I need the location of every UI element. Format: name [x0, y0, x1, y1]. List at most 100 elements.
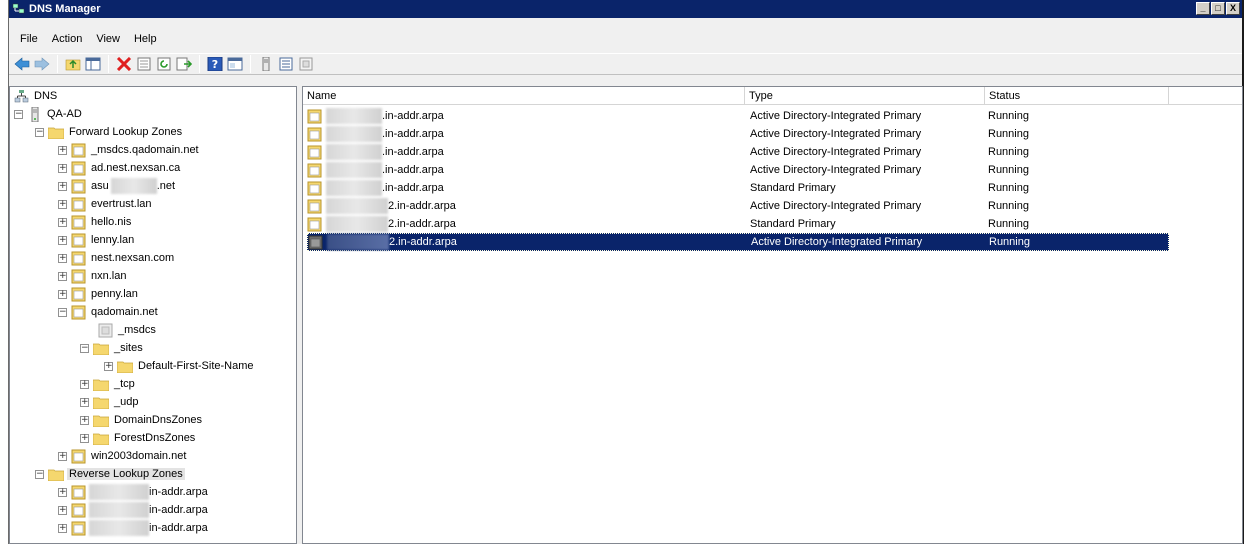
tree-item-domaindnszones[interactable]: + DomainDnsZones	[80, 411, 204, 429]
menu-view[interactable]: View	[89, 31, 127, 47]
title-bar[interactable]: DNS Manager _ □ X	[9, 0, 1242, 18]
tree-item-reverse-zone[interactable]: + in-addr.arpa	[58, 501, 208, 519]
console-tree[interactable]: DNS − QA-AD − Forward Lookup Zones + _msd…	[9, 86, 297, 544]
name-cell: .in-addr.arpa	[307, 126, 747, 142]
zone-name: .in-addr.arpa	[382, 164, 444, 176]
expand-icon[interactable]: +	[80, 415, 89, 425]
show-hide-tree-icon[interactable]	[84, 55, 102, 73]
tree-item-forestdnszones[interactable]: + ForestDnsZones	[80, 429, 197, 447]
zone-icon	[71, 269, 86, 283]
tree-item-reverse-lookup-zones[interactable]: − Reverse Lookup Zones	[35, 465, 185, 483]
up-folder-icon[interactable]	[64, 55, 82, 73]
tree-label: _msdcs.qadomain.net	[91, 144, 199, 156]
zone-list-row[interactable]: .in-addr.arpa Active Directory-Integrated…	[307, 125, 1169, 143]
delegated-zone-icon	[98, 323, 113, 337]
tree-item-win2003domain[interactable]: + win2003domain.net	[58, 447, 188, 465]
zone-list-row[interactable]: 2.in-addr.arpa Active Directory-Integrate…	[307, 197, 1169, 215]
tree-item-zone[interactable]: + ad.nest.nexsan.ca	[58, 159, 182, 177]
menu-file[interactable]: File	[13, 31, 45, 47]
tree-item-sites[interactable]: − _sites	[80, 339, 145, 357]
tree-label: QA-AD	[47, 108, 82, 120]
collapse-icon[interactable]: −	[14, 109, 23, 119]
folder-icon	[48, 127, 64, 139]
server-icon[interactable]	[257, 55, 275, 73]
expand-icon[interactable]: +	[58, 487, 67, 497]
tree-item-msdcs[interactable]: _msdcs	[98, 321, 158, 339]
list-icon[interactable]	[277, 55, 295, 73]
tree-item-default-first-site[interactable]: + Default-First-Site-Name	[104, 357, 256, 375]
folder-icon	[48, 469, 64, 481]
zone-list-row[interactable]: 2.in-addr.arpa Standard Primary Running	[307, 215, 1169, 233]
column-header-name[interactable]: Name	[303, 87, 745, 105]
zone-list-row[interactable]: .in-addr.arpa Active Directory-Integrated…	[307, 143, 1169, 161]
expand-icon[interactable]: +	[58, 505, 67, 515]
expand-icon[interactable]: +	[58, 217, 67, 227]
expand-icon[interactable]: +	[58, 181, 67, 191]
name-cell: .in-addr.arpa	[307, 108, 747, 124]
tree-item-zone[interactable]: + lenny.lan	[58, 231, 136, 249]
expand-icon[interactable]: +	[58, 163, 67, 173]
zone-list-row[interactable]: 2.in-addr.arpa Active Directory-Integrate…	[307, 233, 1169, 251]
collapse-icon[interactable]: −	[35, 127, 44, 137]
expand-icon[interactable]: +	[58, 289, 67, 299]
refresh-icon[interactable]	[155, 55, 173, 73]
expand-icon[interactable]: +	[58, 523, 67, 533]
expand-icon[interactable]: +	[58, 199, 67, 209]
tree-item-dns[interactable]: DNS	[14, 87, 59, 105]
tree-item-zone[interactable]: + _msdcs.qadomain.net	[58, 141, 201, 159]
results-list[interactable]: Name Type Status .in-addr.arpa Active Dir…	[302, 86, 1243, 544]
close-button[interactable]: X	[1226, 2, 1240, 15]
tree-item-tcp[interactable]: + _tcp	[80, 375, 137, 393]
tree-item-server[interactable]: − QA-AD	[14, 105, 84, 123]
expand-icon[interactable]: +	[80, 379, 89, 389]
tree-item-zone[interactable]: + penny.lan	[58, 285, 140, 303]
tree-item-zone[interactable]: + nxn.lan	[58, 267, 128, 285]
expand-icon[interactable]: +	[104, 361, 113, 371]
tree-label: DomainDnsZones	[114, 414, 203, 426]
expand-icon[interactable]: +	[58, 235, 67, 245]
column-header-type[interactable]: Type	[745, 87, 985, 105]
tree-item-zone[interactable]: + evertrust.lan	[58, 195, 154, 213]
collapse-icon[interactable]: −	[58, 307, 67, 317]
zone-icon	[71, 287, 86, 301]
zone-icon[interactable]	[297, 55, 315, 73]
minimize-button[interactable]: _	[1196, 2, 1210, 15]
forward-icon[interactable]	[33, 55, 51, 73]
collapse-icon[interactable]: −	[35, 469, 44, 479]
column-header-status[interactable]: Status	[985, 87, 1169, 105]
redacted-text	[326, 216, 388, 232]
properties-icon[interactable]	[135, 55, 153, 73]
folder-icon	[93, 433, 109, 445]
zone-list-row[interactable]: .in-addr.arpa Active Directory-Integrated…	[307, 107, 1169, 125]
type-cell: Active Directory-Integrated Primary	[750, 200, 922, 212]
tree-item-reverse-zone[interactable]: + in-addr.arpa	[58, 519, 208, 537]
tree-item-zone[interactable]: + nest.nexsan.com	[58, 249, 176, 267]
menu-help[interactable]: Help	[127, 31, 164, 47]
tree-item-reverse-zone[interactable]: + in-addr.arpa	[58, 483, 208, 501]
zone-list-row[interactable]: .in-addr.arpa Active Directory-Integrated…	[307, 161, 1169, 179]
tree-item-zone[interactable]: + hello.nis	[58, 213, 133, 231]
expand-icon[interactable]: +	[58, 271, 67, 281]
delete-icon[interactable]	[115, 55, 133, 73]
zone-icon	[71, 161, 86, 175]
expand-icon[interactable]: +	[58, 451, 67, 461]
expand-icon[interactable]: +	[58, 145, 67, 155]
expand-icon[interactable]: +	[80, 433, 89, 443]
tree-item-zone[interactable]: − qadomain.net	[58, 303, 160, 321]
export-list-icon[interactable]	[175, 55, 193, 73]
collapse-icon[interactable]: −	[80, 343, 89, 353]
tree-item-udp[interactable]: + _udp	[80, 393, 140, 411]
expand-icon[interactable]: +	[58, 253, 67, 263]
type-cell: Active Directory-Integrated Primary	[750, 146, 922, 158]
tree-item-zone[interactable]: + asu .net	[58, 177, 175, 195]
tree-item-forward-lookup-zones[interactable]: − Forward Lookup Zones	[35, 123, 184, 141]
maximize-button[interactable]: □	[1211, 2, 1225, 15]
zone-icon	[307, 199, 322, 213]
help-icon[interactable]: ?	[206, 55, 224, 73]
menu-action[interactable]: Action	[45, 31, 90, 47]
console-icon[interactable]	[226, 55, 244, 73]
back-icon[interactable]	[13, 55, 31, 73]
expand-icon[interactable]: +	[80, 397, 89, 407]
zone-name: .in-addr.arpa	[382, 128, 444, 140]
zone-list-row[interactable]: .in-addr.arpa Standard Primary Running	[307, 179, 1169, 197]
